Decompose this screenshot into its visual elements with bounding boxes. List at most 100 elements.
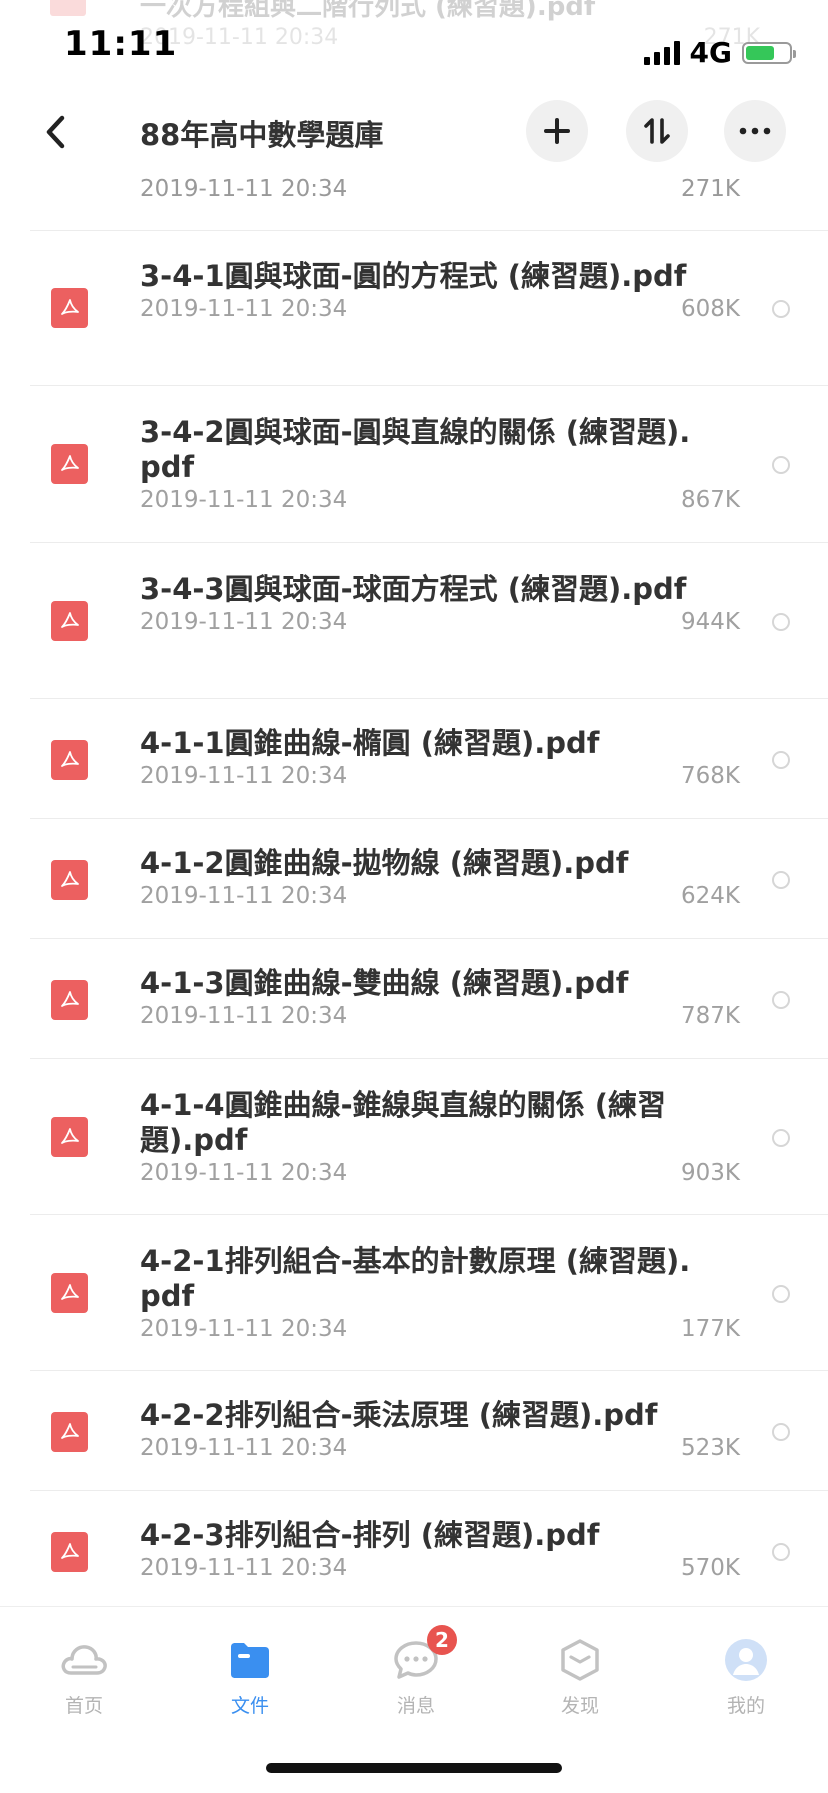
file-size: 768K <box>681 763 740 789</box>
pdf-icon <box>51 860 88 900</box>
file-date: 2019-11-11 20:34 <box>140 487 348 513</box>
tab-discover-label: 发现 <box>560 1695 599 1717</box>
avatar-icon <box>725 1639 767 1681</box>
pdf-icon <box>51 980 88 1020</box>
page-title: 88年高中數學題庫 <box>140 118 384 152</box>
file-name: 4-2-3排列組合-排列 (練習題).pdf <box>140 1518 600 1552</box>
select-radio[interactable] <box>772 300 790 318</box>
select-radio[interactable] <box>772 456 790 474</box>
tab-messages-label: 消息 <box>396 1695 435 1717</box>
pdf-icon <box>51 601 88 641</box>
file-name: 4-2-2排列組合-乘法原理 (練習題).pdf <box>140 1398 658 1432</box>
pdf-icon <box>51 740 88 780</box>
divider <box>30 938 828 939</box>
file-size: 787K <box>681 1003 740 1029</box>
divider <box>30 1370 828 1371</box>
list-item[interactable]: 3-4-2圓與球面-圓與直線的關係 (練習題).pdf 2019-11-11 2… <box>0 387 828 543</box>
header: 88年高中數學題庫 <box>0 100 828 164</box>
chevron-left-icon <box>46 115 65 149</box>
select-radio[interactable] <box>772 871 790 889</box>
file-name: 3-4-2圓與球面-圓與直線的關係 (練習題).pdf <box>140 415 691 484</box>
status-bar: 11:11 4G <box>0 0 828 100</box>
signal-icon <box>643 40 680 65</box>
pdf-icon <box>51 1273 88 1313</box>
tab-messages[interactable]: 2 消息 <box>366 1625 466 1718</box>
list-item[interactable]: 4-1-3圓錐曲線-雙曲線 (練習題).pdf 2019-11-11 20:34… <box>0 940 828 1059</box>
select-radio[interactable] <box>772 613 790 631</box>
file-size: 271K <box>681 176 740 202</box>
divider <box>30 1214 828 1215</box>
more-button[interactable] <box>724 100 786 162</box>
more-icon <box>739 127 771 135</box>
file-size: 624K <box>681 883 740 909</box>
divider <box>30 542 828 543</box>
pdf-icon <box>51 1117 88 1157</box>
divider <box>30 1490 828 1491</box>
divider <box>30 698 828 699</box>
tab-home[interactable]: 首页 <box>34 1637 134 1718</box>
file-size: 867K <box>681 487 740 513</box>
file-size: 570K <box>681 1555 740 1581</box>
list-item[interactable]: 4-2-3排列組合-排列 (練習題).pdf 2019-11-11 20:34 … <box>0 1492 828 1611</box>
file-date: 2019-11-11 20:34 <box>140 296 348 322</box>
network-label: 4G <box>689 36 732 69</box>
back-button[interactable] <box>34 110 78 154</box>
status-time: 11:11 <box>64 24 178 64</box>
list-item[interactable]: 4-1-1圓錐曲線-橢圓 (練習題).pdf 2019-11-11 20:34 … <box>0 700 828 819</box>
add-button[interactable] <box>526 100 588 162</box>
file-name: 4-2-1排列組合-基本的計數原理 (練習題).pdf <box>140 1244 691 1313</box>
battery-icon <box>742 41 796 64</box>
cloud-icon <box>61 1645 107 1675</box>
select-radio[interactable] <box>772 1543 790 1561</box>
list-item[interactable]: 3-4-1圓與球面-圓的方程式 (練習題).pdf 2019-11-11 20:… <box>0 231 828 386</box>
file-date: 2019-11-11 20:34 <box>140 1435 348 1461</box>
file-name: 4-1-2圓錐曲線-拋物線 (練習題).pdf <box>140 846 629 880</box>
divider <box>30 818 828 819</box>
tab-home-label: 首页 <box>64 1695 103 1717</box>
select-radio[interactable] <box>772 1129 790 1147</box>
sort-button[interactable] <box>626 100 688 162</box>
file-date: 2019-11-11 20:34 <box>140 609 348 635</box>
file-name: 4-1-1圓錐曲線-橢圓 (練習題).pdf <box>140 726 600 760</box>
list-item-partial[interactable]: 2019-11-11 20:34 271K <box>140 176 740 230</box>
file-size: 177K <box>681 1316 740 1342</box>
divider <box>30 1058 828 1059</box>
select-radio[interactable] <box>772 751 790 769</box>
tab-files-label: 文件 <box>230 1695 269 1717</box>
sort-icon <box>644 118 670 144</box>
folder-icon <box>231 1643 269 1678</box>
file-name: 4-1-3圓錐曲線-雙曲線 (練習題).pdf <box>140 966 629 1000</box>
select-radio[interactable] <box>772 991 790 1009</box>
file-name: 3-4-1圓與球面-圓的方程式 (練習題).pdf <box>140 259 687 293</box>
list-item[interactable]: 3-4-3圓與球面-球面方程式 (練習題).pdf 2019-11-11 20:… <box>0 544 828 699</box>
list-item[interactable]: 4-1-4圓錐曲線-錐線與直線的關係 (練習題).pdf 2019-11-11 … <box>0 1060 828 1215</box>
list-item[interactable]: 4-2-2排列組合-乘法原理 (練習題).pdf 2019-11-11 20:3… <box>0 1372 828 1491</box>
divider <box>30 385 828 386</box>
list-item[interactable]: 4-1-2圓錐曲線-拋物線 (練習題).pdf 2019-11-11 20:34… <box>0 820 828 939</box>
file-size: 608K <box>681 296 740 322</box>
select-radio[interactable] <box>772 1423 790 1441</box>
home-indicator[interactable] <box>266 1763 562 1773</box>
tab-me[interactable]: 我的 <box>696 1637 796 1718</box>
file-date: 2019-11-11 20:34 <box>140 176 348 202</box>
file-date: 2019-11-11 20:34 <box>140 763 348 789</box>
select-radio[interactable] <box>772 1285 790 1303</box>
file-date: 2019-11-11 20:34 <box>140 883 348 909</box>
list-item[interactable]: 4-2-1排列組合-基本的計數原理 (練習題).pdf 2019-11-11 2… <box>0 1216 828 1371</box>
file-name: 4-1-4圓錐曲線-錐線與直線的關係 (練習題).pdf <box>140 1088 666 1157</box>
file-date: 2019-11-11 20:34 <box>140 1003 348 1029</box>
tab-files[interactable]: 文件 <box>200 1637 300 1718</box>
pdf-icon <box>51 1412 88 1452</box>
message-count-badge: 2 <box>427 1625 457 1655</box>
file-date: 2019-11-11 20:34 <box>140 1555 348 1581</box>
tab-discover[interactable]: 发现 <box>530 1637 630 1718</box>
file-size: 903K <box>681 1160 740 1186</box>
pdf-icon <box>51 1532 88 1572</box>
file-date: 2019-11-11 20:34 <box>140 1160 348 1186</box>
discover-icon <box>561 1639 599 1681</box>
file-size: 944K <box>681 609 740 635</box>
plus-icon <box>544 118 570 144</box>
tab-me-label: 我的 <box>726 1695 765 1717</box>
file-name: 3-4-3圓與球面-球面方程式 (練習題).pdf <box>140 572 687 606</box>
pdf-icon <box>51 288 88 328</box>
